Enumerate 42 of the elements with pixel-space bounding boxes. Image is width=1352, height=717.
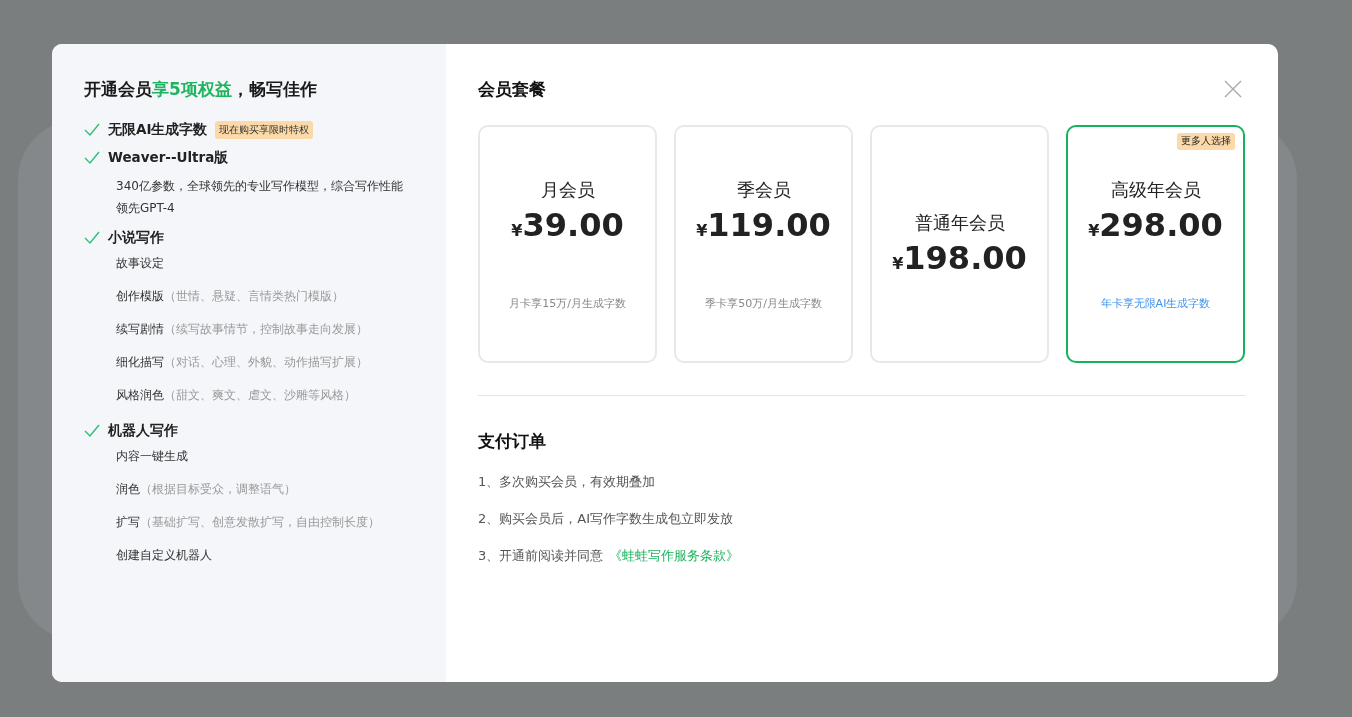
check-icon (84, 123, 100, 137)
plan-note: 月卡享15万/月生成字数 (509, 295, 626, 311)
feature-text: 故事设定 (116, 255, 165, 272)
plan-card[interactable]: 更多人选择 高级年会员 ¥298.00 年卡享无限AI生成字数 (1066, 125, 1245, 363)
plan-name: 月会员 (540, 177, 595, 202)
plan-price: ¥119.00 (696, 205, 831, 244)
benefits-title: 开通会员享5项权益，畅写佳作 (84, 78, 318, 101)
feature-text: 创作模版（世情、悬疑、言情类热门模版） (116, 288, 345, 305)
plan-card[interactable]: 季会员 ¥119.00 季卡享50万/月生成字数 (674, 125, 853, 363)
order-note: 3、开通前阅读并同意 《蛙蛙写作服务条款》 (478, 547, 741, 565)
section-title: 会员套餐 (478, 78, 546, 101)
plan-name: 高级年会员 (1110, 177, 1201, 202)
close-icon[interactable] (1224, 80, 1242, 98)
benefit-label: 机器人写作 (108, 422, 178, 440)
plan-price: ¥298.00 (1088, 205, 1223, 244)
feature-text: 内容一键生成 (116, 448, 189, 465)
check-icon (84, 231, 100, 245)
plan-name: 普通年会员 (914, 211, 1005, 235)
feature-text: 细化描写（对话、心理、外貌、动作描写扩展） (116, 354, 369, 371)
plan-price: ¥198.00 (892, 239, 1027, 277)
plan-card[interactable]: 月会员 ¥39.00 月卡享15万/月生成字数 (478, 125, 657, 363)
benefit-label: Weaver--Ultra版 (108, 149, 229, 167)
feature-text: 续写剧情（续写故事情节，控制故事走向发展） (116, 321, 369, 338)
order-note: 1、多次购买会员，有效期叠加 (478, 473, 657, 491)
plan-note: 季卡享50万/月生成字数 (705, 295, 822, 311)
benefit-label: 小说写作 (108, 229, 164, 247)
feature-text: 润色（根据目标受众，调整语气） (116, 481, 297, 498)
benefit-label: 无限AI生成字数 (108, 121, 208, 139)
plan-name: 季会员 (736, 177, 791, 202)
order-note: 2、购买会员后，AI写作字数生成包立即发放 (478, 510, 734, 528)
check-icon (84, 151, 100, 165)
popular-badge: 更多人选择 (1177, 133, 1235, 150)
plan-price: ¥39.00 (511, 205, 624, 244)
plan-note: 年卡享无限AI生成字数 (1100, 295, 1211, 311)
plan-card[interactable]: 普通年会员 ¥198.00 (870, 125, 1049, 363)
feature-text: 创建自定义机器人 (116, 547, 213, 564)
promo-badge: 现在购买享限时特权 (215, 121, 314, 139)
section-title: 支付订单 (478, 430, 546, 453)
benefit-description: 340亿参数，全球领先的专业写作模型，综合写作性能领先GPT-4 (116, 178, 404, 217)
feature-text: 风格润色（甜文、爽文、虐文、沙雕等风格） (116, 387, 357, 404)
check-icon (84, 424, 100, 438)
feature-text: 扩写（基础扩写、创意发散扩写，自由控制长度） (116, 514, 381, 531)
